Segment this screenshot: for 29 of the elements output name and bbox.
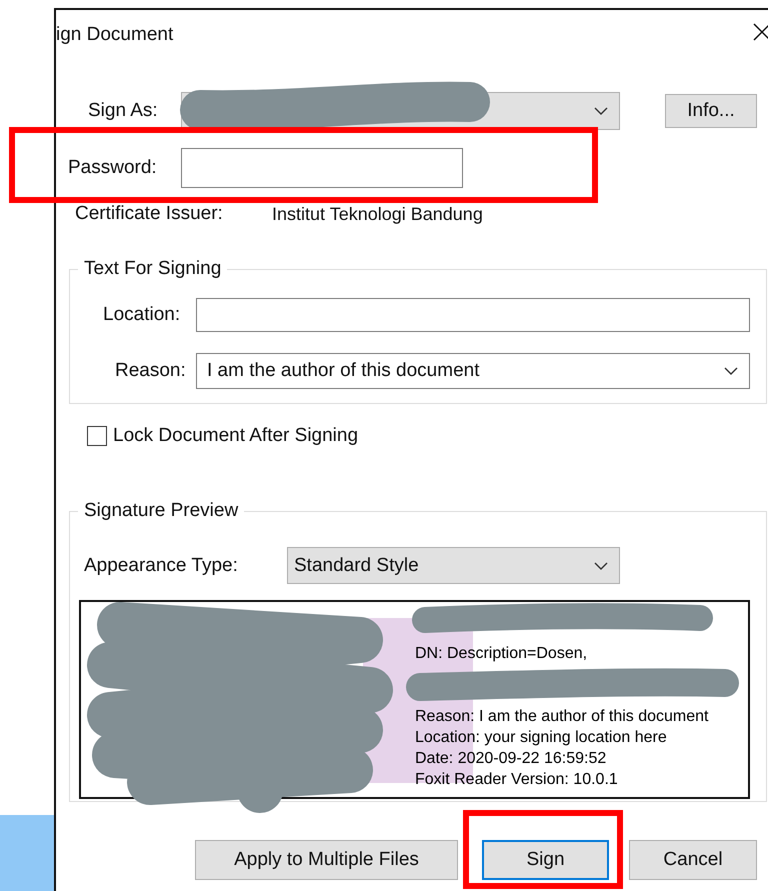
dialog-button[interactable]: Cancel — [629, 840, 757, 880]
checkbox-label[interactable]: Lock Document After Signing — [113, 425, 358, 447]
group-title: Signature Preview — [78, 500, 244, 522]
reason-dropdown[interactable]: I am the author of this document — [196, 353, 750, 389]
field-label: Reason: — [115, 360, 187, 382]
close-icon[interactable] — [753, 23, 768, 41]
group-title: Text For Signing — [78, 258, 228, 280]
signature-text: DN: Description=Dosen, — [415, 644, 588, 664]
field-label: Location: — [103, 304, 182, 326]
field-label: Password: — [68, 157, 158, 179]
chevron-icon — [593, 106, 609, 116]
location-field[interactable] — [196, 298, 750, 332]
appearance-dropdown[interactable]: Standard Style — [287, 547, 620, 584]
signature-text: Reason: I am the author of this document — [415, 707, 708, 727]
chevron-icon — [593, 560, 609, 570]
signature-text: Date: 2020-09-22 16:59:52 — [415, 749, 608, 769]
field-label: Certificate Issuer: — [75, 203, 224, 225]
window-title: ign Document — [56, 23, 174, 46]
password-field[interactable] — [181, 148, 463, 188]
dialog-button[interactable]: Sign — [482, 840, 609, 880]
dialog-button[interactable]: Apply to Multiple Files — [195, 840, 458, 880]
info-button[interactable]: Info... — [665, 94, 757, 128]
issuer-value: Institut Teknologi Bandung — [272, 204, 483, 224]
field-label: Sign As: — [88, 100, 159, 122]
chevron-icon — [723, 366, 739, 376]
field-label: Appearance Type: — [84, 554, 239, 576]
lock-checkbox[interactable] — [87, 426, 107, 446]
signature-text: Location: your signing location here — [415, 728, 668, 748]
signature-text: Foxit Reader Version: 10.0.1 — [415, 770, 619, 790]
